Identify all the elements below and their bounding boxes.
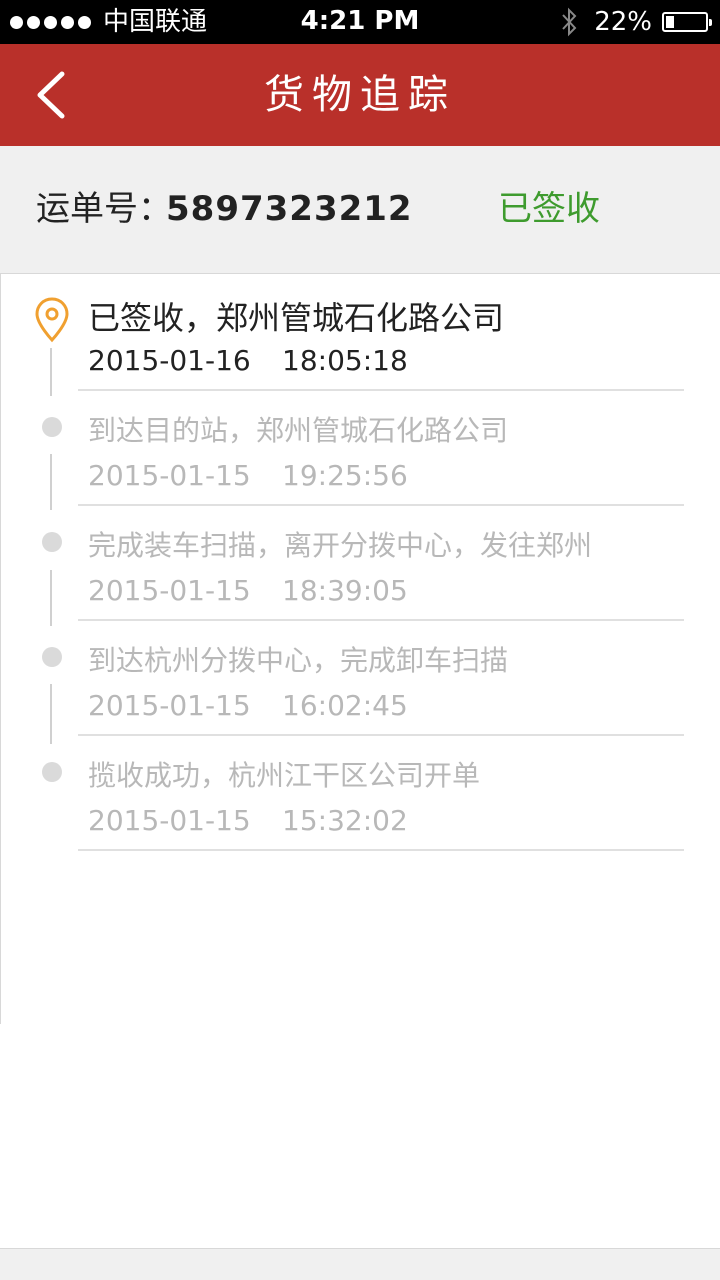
tracking-entry: 已签收，郑州管城石化路公司 2015-01-16 18:05:18 <box>78 276 684 391</box>
timeline-dot <box>42 532 62 552</box>
tracking-entry: 到达目的站，郑州管城石化路公司 2015-01-15 19:25:56 <box>78 391 684 506</box>
tracking-date: 2015-01-15 <box>88 804 251 837</box>
tracking-date: 2015-01-15 <box>88 574 251 607</box>
location-pin-icon <box>35 297 69 343</box>
tracking-time: 16:02:45 <box>282 689 408 722</box>
bluetooth-icon <box>562 7 577 37</box>
tracking-date: 2015-01-15 <box>88 459 251 492</box>
tracking-entry: 揽收成功，杭州江干区公司开单 2015-01-15 15:32:02 <box>78 736 684 851</box>
waybill-status: 已签收 <box>498 189 600 229</box>
timeline-connector <box>50 348 52 396</box>
timeline-connector <box>50 684 52 744</box>
timeline-connector <box>50 454 52 510</box>
waybill-header: 运单号： 5897323212 已签收 <box>0 146 720 274</box>
waybill-label: 运单号： <box>36 189 172 229</box>
tracking-date: 2015-01-15 <box>88 689 251 722</box>
battery-icon <box>662 12 712 32</box>
tracking-entry: 完成装车扫描，离开分拨中心，发往郑州 2015-01-15 18:39:05 <box>78 506 684 621</box>
tracking-time: 18:39:05 <box>282 574 408 607</box>
tracking-time: 19:25:56 <box>282 459 408 492</box>
battery-percent: 22% <box>594 7 652 37</box>
tracking-date: 2015-01-16 <box>88 344 251 377</box>
tracking-time: 15:32:02 <box>282 804 408 837</box>
waybill-number: 5897323212 <box>166 189 413 229</box>
timeline-dot <box>42 762 62 782</box>
tracking-timeline: 已签收，郑州管城石化路公司 2015-01-16 18:05:18 到达目的站，… <box>0 274 720 1254</box>
status-bar: 中国联通 4:21 PM 22% <box>0 0 720 44</box>
tracking-time: 18:05:18 <box>282 344 408 377</box>
tracking-description: 完成装车扫描，离开分拨中心，发往郑州 <box>88 529 593 562</box>
timeline-dot <box>42 647 62 667</box>
page-title: 货物追踪 <box>264 72 456 118</box>
status-right: 22% <box>560 6 712 38</box>
tracking-entry: 到达杭州分拨中心，完成卸车扫描 2015-01-15 16:02:45 <box>78 621 684 736</box>
tracking-description: 到达目的站，郑州管城石化路公司 <box>88 414 509 447</box>
timeline-connector <box>50 570 52 626</box>
timeline-dot <box>42 417 62 437</box>
tracking-description: 到达杭州分拨中心，完成卸车扫描 <box>88 644 509 677</box>
tracking-description: 已签收，郑州管城石化路公司 <box>88 299 505 337</box>
tracking-description: 揽收成功，杭州江干区公司开单 <box>88 759 481 792</box>
nav-bar: 货物追踪 <box>0 44 720 146</box>
bottom-strip <box>0 1248 720 1280</box>
